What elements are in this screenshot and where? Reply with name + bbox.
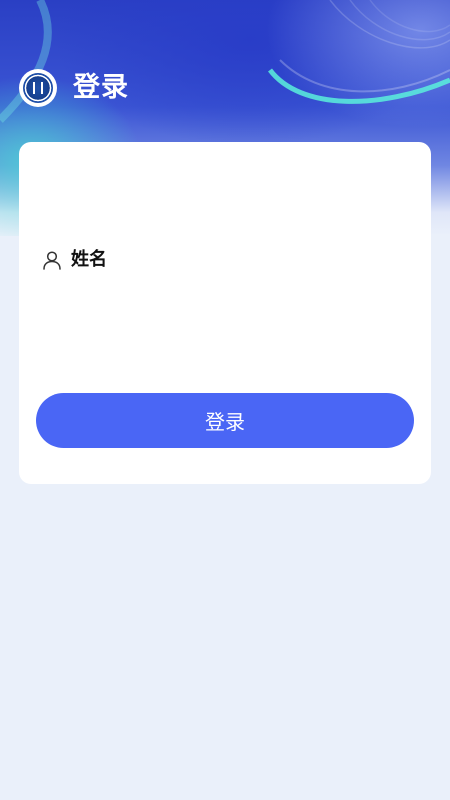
- user-icon: [43, 251, 61, 270]
- name-field-label-group: 姓名: [42, 246, 107, 274]
- page-title: 登录: [73, 72, 129, 103]
- login-card: 姓名 登录: [19, 142, 431, 484]
- name-field-label: 姓名: [71, 249, 107, 270]
- school-logo: [19, 69, 57, 107]
- name-input[interactable]: [129, 242, 413, 280]
- login-button[interactable]: 登录: [36, 393, 414, 448]
- school-emblem-icon: [23, 73, 53, 103]
